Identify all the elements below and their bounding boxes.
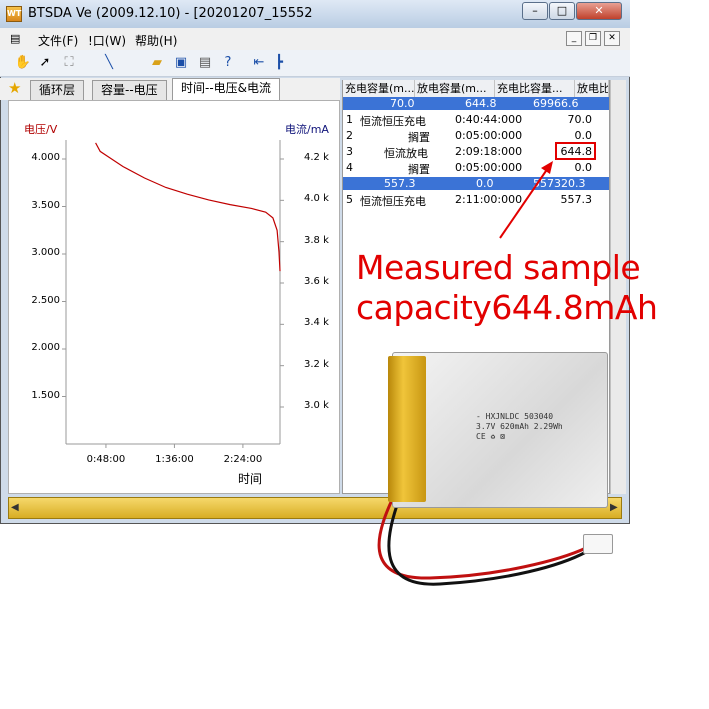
battery-label-spec: 3.7V 620mAh 2.29Wh (476, 422, 563, 431)
battery-protection-board (388, 356, 426, 502)
battery-label-model: - HXJNLDC 503040 (476, 412, 554, 421)
battery-connector (583, 534, 613, 554)
battery-label-marks: CE ♻ ⊠ (476, 432, 505, 441)
battery-label: - HXJNLDC 503040 3.7V 620mAh 2.29Wh CE ♻… (476, 412, 563, 442)
